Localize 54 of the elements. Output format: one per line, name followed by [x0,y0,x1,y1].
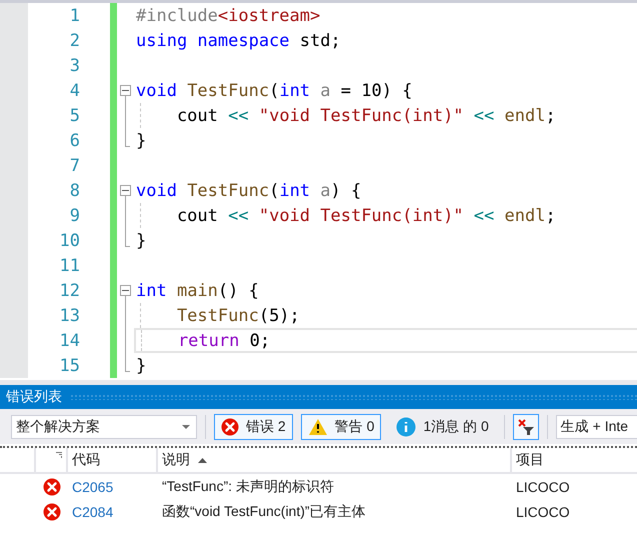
filter-button[interactable]: 错误 2 [214,414,293,440]
error-icon [43,478,61,496]
line-number: 11 [58,256,80,276]
column-header[interactable]: 代码 [72,451,100,469]
filter-button[interactable]: 警告 0 [300,414,382,440]
error-code-link[interactable]: C2065 [68,478,158,494]
error-icon [43,502,61,520]
scope-dropdown[interactable]: 整个解决方案 [11,414,197,438]
code-line: } [136,356,146,376]
line-number: 13 [58,306,80,326]
code-line: } [136,230,146,250]
error-description: 函数“void TestFunc(int)”已有主体 [161,502,367,520]
code-line: TestFunc(5); [176,306,300,326]
line-number: 1 [68,6,80,26]
line-number: 4 [68,80,80,100]
warning-icon [308,418,328,436]
line-number: 15 [58,356,80,376]
line-number: 10 [58,230,80,250]
line-number: 8 [68,180,80,200]
error-description: “TestFunc”: 未声明的标识符 [161,478,335,496]
source-dropdown[interactable]: 生成 + Inte [556,414,637,438]
column-grip-icon [56,452,62,458]
line-number: 3 [68,56,80,76]
code-line: void TestFunc(int a) { [136,180,362,200]
project-name: LICOCO [515,504,571,520]
code-line: void TestFunc(int a = 10) { [136,80,412,100]
code-line: cout << "void TestFunc(int)" << endl; [176,106,556,126]
caret-icon [182,424,190,428]
clear-filter-icon [516,418,535,436]
collapse-icon[interactable] [120,85,131,96]
panel-title: 错误列表 [6,388,62,406]
project-name: LICOCO [515,478,571,494]
filter-button[interactable]: 1消息 的 0 [389,414,496,440]
line-number: 12 [58,280,80,300]
line-number: 7 [68,156,80,176]
code-line: #include<iostream> [136,6,320,26]
line-number: 5 [68,106,80,126]
column-header[interactable]: 说明 [162,451,190,469]
error-icon [221,418,239,436]
collapse-icon[interactable] [120,185,131,196]
clear-filter-button[interactable] [512,414,539,440]
line-number: 9 [68,206,80,226]
code-line: cout << "void TestFunc(int)" << endl; [176,206,556,226]
line-number: 2 [68,30,80,50]
code-line: return 0; [176,330,270,350]
info-icon [396,416,416,436]
collapse-icon[interactable] [120,285,131,296]
code-line: } [136,130,146,150]
code-line: int main() { [136,280,259,300]
code-line: using namespace std; [136,30,341,50]
column-header[interactable]: 项目 [516,451,544,469]
line-number: 6 [68,130,80,150]
error-code-link[interactable]: C2084 [68,504,158,520]
line-number: 14 [58,330,80,350]
